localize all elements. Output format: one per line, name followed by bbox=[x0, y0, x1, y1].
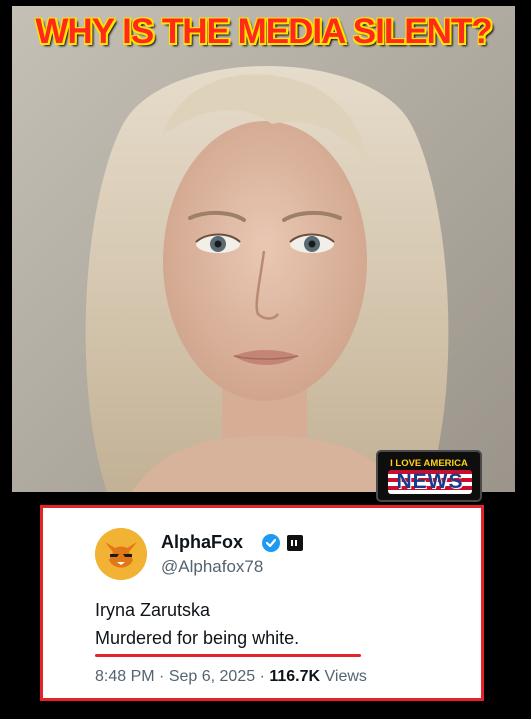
portrait-photo-frame: WHY IS THE MEDIA SILENT? bbox=[12, 6, 515, 492]
author-handle[interactable]: @Alphafox78 bbox=[161, 557, 263, 577]
meta-separator: · bbox=[159, 668, 165, 685]
fox-avatar[interactable] bbox=[95, 528, 147, 580]
fox-avatar-icon bbox=[95, 528, 147, 580]
views-label: Views bbox=[324, 668, 367, 685]
headline-banner: WHY IS THE MEDIA SILENT? bbox=[35, 12, 492, 51]
author-name[interactable]: AlphaFox bbox=[161, 532, 243, 553]
affiliate-badge-icon bbox=[287, 535, 303, 551]
views-count: 116.7K bbox=[269, 668, 321, 685]
red-underline-annotation bbox=[95, 654, 361, 657]
meta-separator-2: · bbox=[259, 668, 265, 685]
tweet-text-line-2: Murdered for being white. bbox=[95, 628, 300, 648]
tweet-meta: 8:48 PM · Sep 6, 2025 · 116.7K Views bbox=[95, 668, 367, 686]
news-logo-word: NEWS bbox=[396, 470, 464, 493]
news-logo: I LOVE AMERICA NEWS bbox=[376, 450, 482, 502]
tweet-card: AlphaFox @Alphafox78 Iryna Zarutska Murd… bbox=[40, 505, 484, 701]
news-logo-wordmark: NEWS bbox=[388, 470, 472, 494]
news-logo-tagline: I LOVE AMERICA bbox=[390, 458, 468, 469]
tweet-text-line-1: Iryna Zarutska bbox=[95, 600, 211, 620]
tweet-date[interactable]: Sep 6, 2025 bbox=[169, 668, 255, 685]
tweet-time[interactable]: 8:48 PM bbox=[95, 668, 155, 685]
portrait-photo bbox=[12, 6, 515, 492]
verified-badge-icon bbox=[262, 534, 280, 552]
